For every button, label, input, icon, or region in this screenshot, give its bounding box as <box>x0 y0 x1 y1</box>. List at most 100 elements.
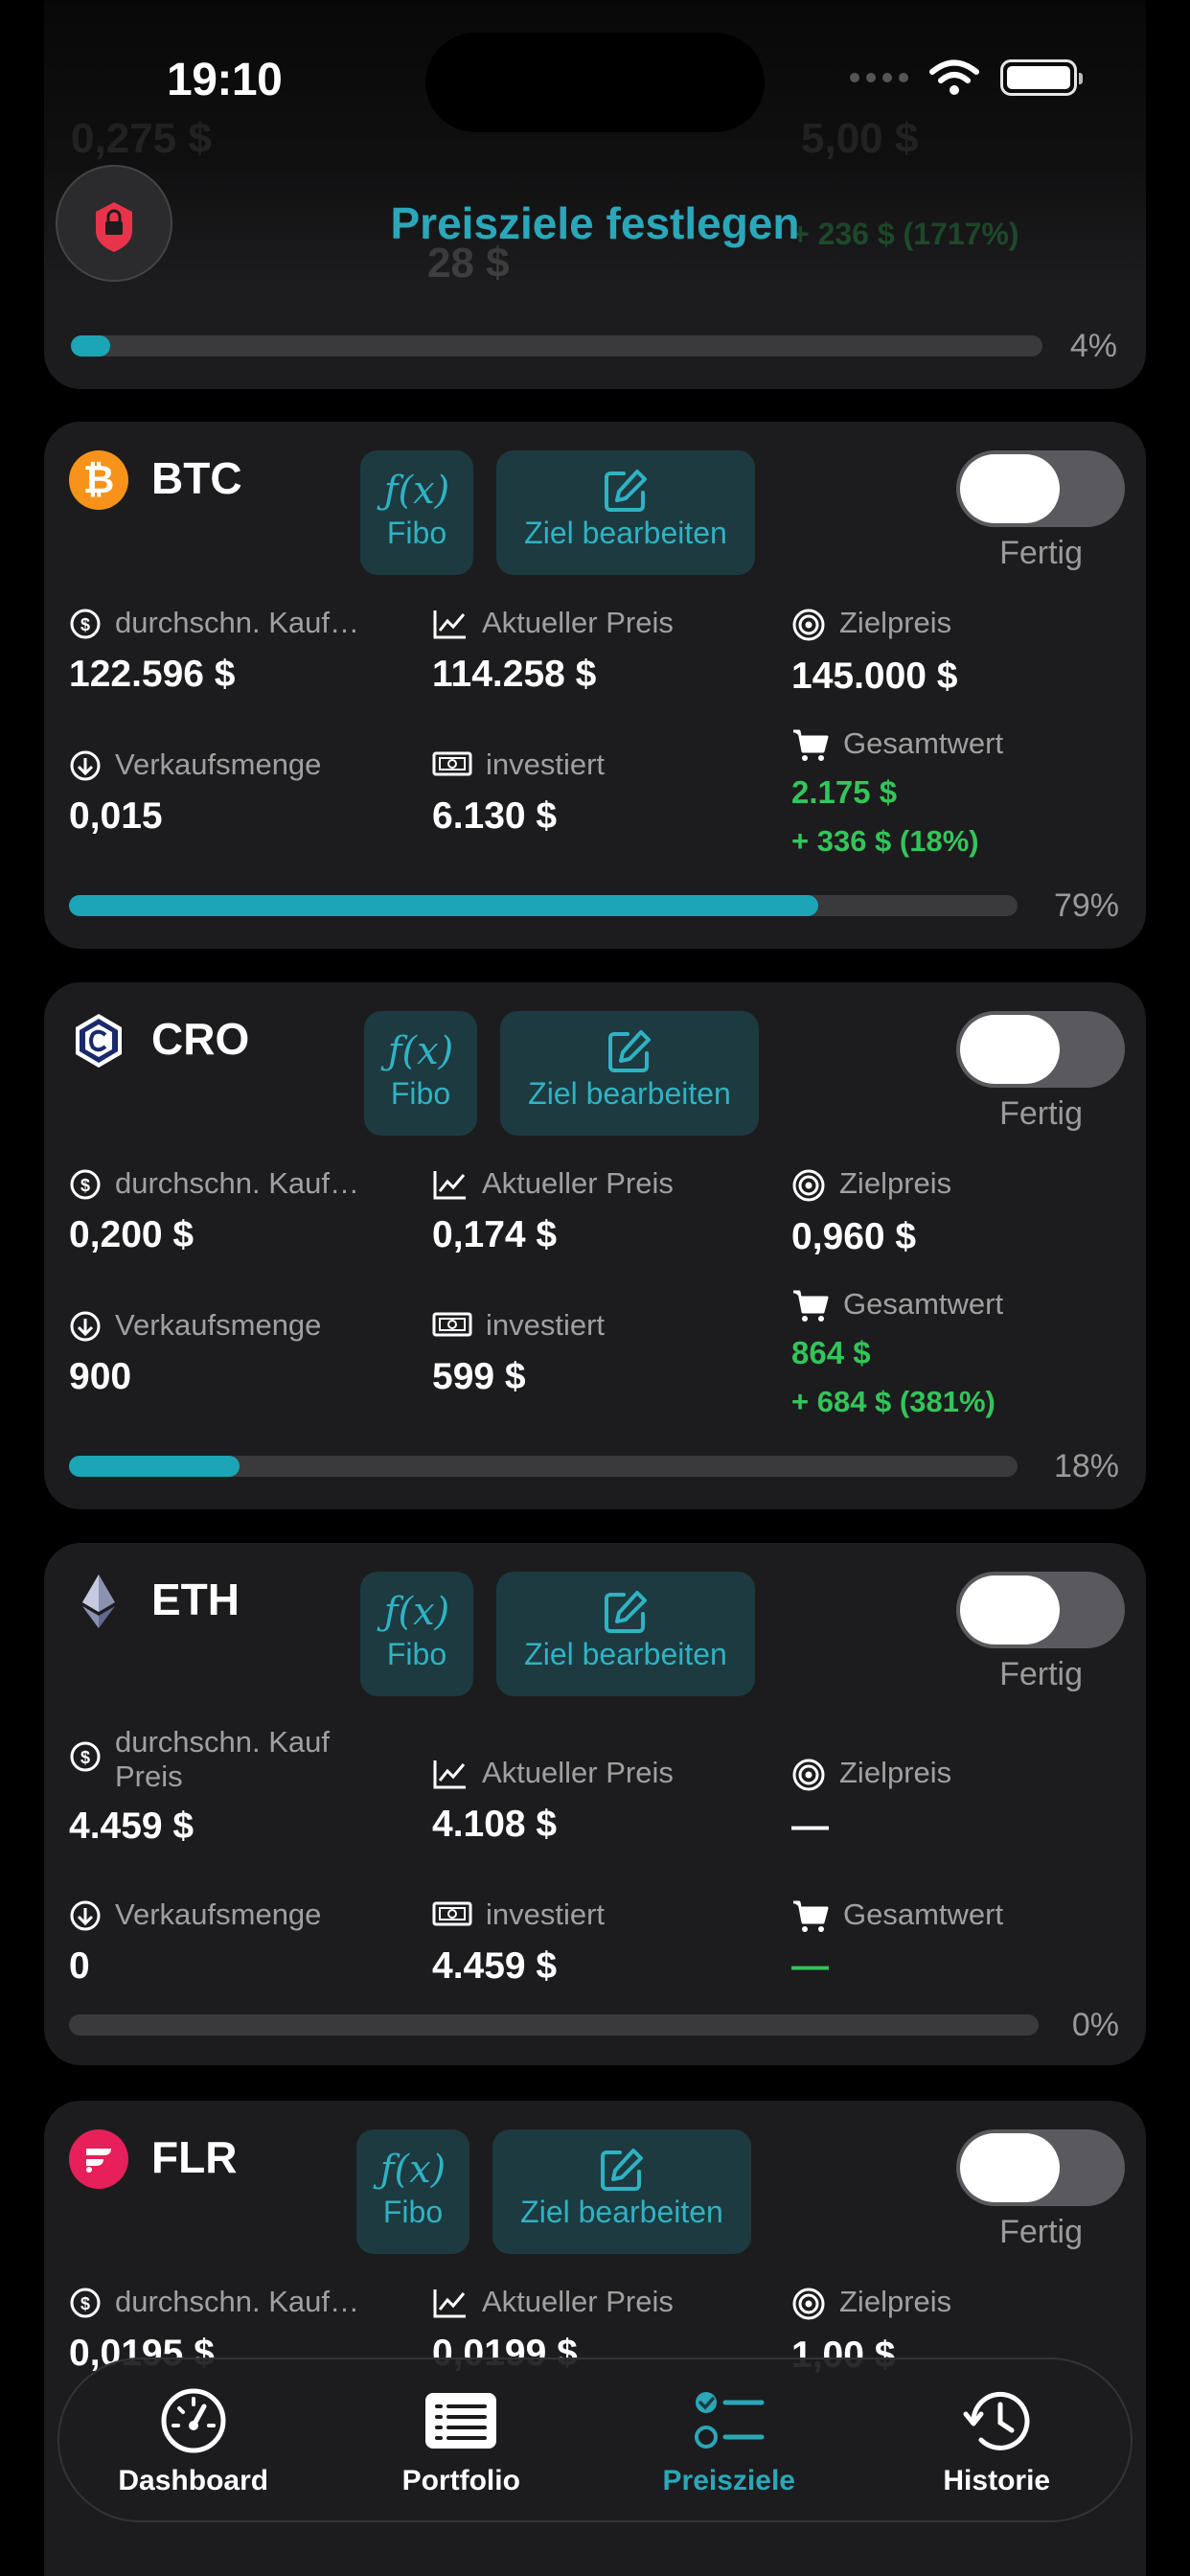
current-price-value: 0,174 $ <box>432 1214 558 1255</box>
avg-buy-field: $ durchschn. Kauf… 0,200 $ <box>69 1166 395 1256</box>
sell-amount-field: Verkaufsmenge 0,015 <box>69 748 395 838</box>
target-price-value: 145.000 $ <box>791 656 958 697</box>
sell-amount-value: 900 <box>69 1356 132 1397</box>
gain-value: + 684 $ (381%) <box>791 1385 995 1418</box>
overall-progress-label: 4% <box>1069 328 1117 364</box>
invested-field: investiert 599 $ <box>432 1308 758 1398</box>
current-price-field: Aktueller Preis 0,174 $ <box>432 1166 758 1256</box>
coin-card-btc: ₿ BTC ƒ(x) Fibo Ziel bearbeiten Fertig $… <box>44 422 1146 949</box>
avg-buy-value: 122.596 $ <box>69 654 236 695</box>
done-toggle[interactable] <box>956 1011 1125 1088</box>
chart-line-icon <box>433 2289 466 2318</box>
banknote-icon <box>432 1312 472 1337</box>
edit-icon <box>496 1587 755 1637</box>
history-clock-icon <box>960 2382 1033 2459</box>
function-icon: ƒ(x) <box>383 1590 450 1634</box>
wifi-icon <box>929 59 979 95</box>
target-icon <box>792 1169 825 1202</box>
overall-progress-bar <box>71 335 1042 356</box>
coin-symbol: CRO <box>151 1014 250 1064</box>
tab-history[interactable]: Historie <box>863 2359 1132 2520</box>
fibo-button[interactable]: ƒ(x) Fibo <box>360 450 473 575</box>
chart-line-icon <box>433 1171 466 1200</box>
target-price-field: Zielpreis 145.000 $ <box>791 606 1117 698</box>
overall-progress-fill <box>71 335 110 356</box>
target-icon <box>792 609 825 641</box>
gauge-icon <box>160 2382 227 2459</box>
current-price-value: 4.108 $ <box>432 1804 558 1845</box>
edit-target-button[interactable]: Ziel bearbeiten <box>492 2129 751 2254</box>
coin-symbol: BTC <box>151 453 242 503</box>
edit-icon <box>500 1026 759 1076</box>
arrow-down-circle-icon <box>70 1900 101 1931</box>
tab-price-targets[interactable]: Preisziele <box>595 2359 863 2520</box>
tab-portfolio[interactable]: Portfolio <box>328 2359 596 2520</box>
target-icon <box>792 1759 825 1791</box>
coin-symbol: FLR <box>151 2132 238 2182</box>
fibo-button[interactable]: ƒ(x) Fibo <box>364 1011 477 1136</box>
list-card-icon <box>423 2382 498 2459</box>
done-label: Fertig <box>999 1095 1083 1132</box>
fibo-button[interactable]: ƒ(x) Fibo <box>356 2129 469 2254</box>
avg-buy-field: $ durchschn. Kauf Preis 4.459 $ <box>69 1725 395 1848</box>
cart-icon <box>793 729 829 761</box>
edit-icon <box>496 466 755 516</box>
tab-bar: Dashboard Portfolio Preisziele Historie <box>57 2358 1133 2522</box>
sell-amount-field: Verkaufsmenge 900 <box>69 1308 395 1398</box>
fibo-button[interactable]: ƒ(x) Fibo <box>360 1572 473 1696</box>
cart-icon <box>793 1290 829 1322</box>
function-icon: ƒ(x) <box>383 469 450 513</box>
avg-buy-field: $ durchschn. Kauf… 122.596 $ <box>69 606 395 696</box>
status-time: 19:10 <box>167 55 283 105</box>
done-toggle[interactable] <box>956 1572 1125 1648</box>
invested-field: investiert 6.130 $ <box>432 748 758 838</box>
avg-buy-value: 4.459 $ <box>69 1806 195 1847</box>
dollar-circle-icon: $ <box>70 1741 101 1772</box>
dollar-circle-icon: $ <box>70 1169 101 1200</box>
svg-text:$: $ <box>80 1748 90 1767</box>
chart-line-icon <box>433 1760 466 1789</box>
flr-coin-icon <box>69 2129 128 2189</box>
status-icons <box>850 59 1083 96</box>
sell-amount-value: 0,015 <box>69 795 163 837</box>
svg-text:$: $ <box>80 2294 90 2313</box>
total-value-value: — <box>791 1945 829 1987</box>
edit-target-button[interactable]: Ziel bearbeiten <box>496 450 755 575</box>
done-label: Fertig <box>999 2214 1083 2250</box>
cro-coin-icon <box>69 1011 128 1070</box>
edit-target-button[interactable]: Ziel bearbeiten <box>496 1572 755 1696</box>
eth-coin-icon <box>69 1572 128 1631</box>
done-label: Fertig <box>999 1656 1083 1692</box>
target-price-value: — <box>791 1806 829 1847</box>
done-toggle[interactable] <box>956 450 1125 527</box>
dynamic-island <box>425 33 765 132</box>
dollar-circle-icon: $ <box>70 2288 101 2318</box>
edit-icon <box>492 2145 751 2195</box>
target-progress-bar <box>69 895 1018 916</box>
cart-icon <box>793 1900 829 1932</box>
current-price-field: Aktueller Preis 114.258 $ <box>432 606 758 696</box>
invested-value: 6.130 $ <box>432 795 558 837</box>
tab-dashboard[interactable]: Dashboard <box>59 2359 328 2520</box>
total-value-field: Gesamtwert — <box>791 1898 1117 1988</box>
function-icon: ƒ(x) <box>379 2148 446 2192</box>
target-price-field: Zielpreis — <box>791 1756 1117 1848</box>
edit-target-button[interactable]: Ziel bearbeiten <box>500 1011 759 1136</box>
arrow-down-circle-icon <box>70 750 101 781</box>
total-value-value: 864 $ <box>791 1335 871 1370</box>
target-price-field: Zielpreis 0,960 $ <box>791 1166 1117 1258</box>
total-value-value: 2.175 $ <box>791 774 898 810</box>
current-price-value: 114.258 $ <box>432 654 597 695</box>
done-toggle[interactable] <box>956 2129 1125 2206</box>
banknote-icon <box>432 1901 472 1926</box>
signal-icon <box>850 73 908 82</box>
avg-buy-value: 0,200 $ <box>69 1214 195 1255</box>
page-title: Preisziele festlegen <box>390 198 800 248</box>
btc-coin-icon: ₿ <box>69 450 128 510</box>
total-value-field: Gesamtwert 864 $ + 684 $ (381%) <box>791 1287 1117 1419</box>
chart-line-icon <box>433 610 466 639</box>
arrow-down-circle-icon <box>70 1311 101 1342</box>
target-progress-label: 18% <box>1053 1448 1119 1484</box>
coin-card-eth: ETH ƒ(x) Fibo Ziel bearbeiten Fertig $ du… <box>44 1543 1146 2065</box>
sell-amount-value: 0 <box>69 1945 90 1987</box>
